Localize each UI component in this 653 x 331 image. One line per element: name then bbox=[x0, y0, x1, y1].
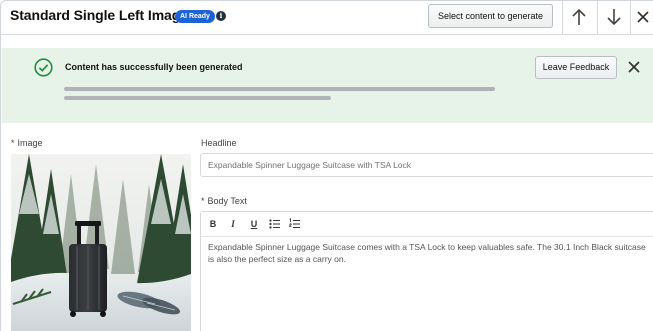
close-icon bbox=[637, 11, 649, 23]
success-message: Content has successfully been generated bbox=[65, 62, 243, 72]
select-content-button[interactable]: Select content to generate bbox=[428, 4, 553, 28]
bold-button[interactable]: B bbox=[206, 217, 220, 231]
close-icon[interactable] bbox=[626, 59, 642, 75]
info-icon[interactable]: i bbox=[216, 11, 226, 21]
check-circle-icon bbox=[34, 58, 53, 77]
placeholder-bar bbox=[64, 96, 331, 100]
header-divider bbox=[597, 1, 598, 35]
product-image[interactable] bbox=[11, 154, 191, 331]
remove-module-button[interactable] bbox=[632, 3, 653, 31]
body-text-label-text: Body Text bbox=[207, 196, 247, 206]
underline-button[interactable]: U bbox=[247, 217, 261, 231]
ai-ready-badge: AI Ready bbox=[175, 10, 215, 23]
module-header: Standard Single Left Image AI Ready i Se… bbox=[1, 1, 653, 35]
arrow-down-icon bbox=[607, 9, 621, 26]
body-text-label: * Body Text bbox=[201, 196, 247, 206]
image-label-text: Image bbox=[17, 138, 43, 148]
success-banner: Content has successfully been generated … bbox=[2, 48, 653, 123]
body-text-content: Expandable Spinner Luggage Suitcase come… bbox=[208, 242, 646, 264]
placeholder-bar bbox=[64, 87, 495, 91]
arrow-up-icon bbox=[572, 8, 586, 25]
required-mark: * bbox=[11, 138, 15, 148]
headline-label: Headline bbox=[201, 138, 237, 148]
body-text-editor[interactable]: B I U Expandable Spinner Luggage Suitcas… bbox=[200, 211, 653, 331]
header-divider bbox=[630, 1, 631, 35]
headline-input[interactable]: Expandable Spinner Luggage Suitcase with… bbox=[200, 153, 653, 177]
move-up-button[interactable] bbox=[564, 3, 594, 31]
module-title: Standard Single Left Image bbox=[10, 7, 188, 23]
leave-feedback-button[interactable]: Leave Feedback bbox=[535, 56, 617, 79]
bullet-list-icon[interactable] bbox=[268, 217, 282, 231]
header-divider bbox=[562, 1, 563, 35]
editor-toolbar: B I U bbox=[201, 212, 653, 237]
italic-button[interactable]: I bbox=[226, 217, 240, 231]
image-label: * Image bbox=[11, 138, 43, 148]
module-editor: Standard Single Left Image AI Ready i Se… bbox=[0, 0, 653, 331]
required-mark: * bbox=[201, 196, 205, 206]
luggage-image bbox=[11, 154, 191, 331]
numbered-list-icon[interactable] bbox=[288, 217, 302, 231]
move-down-button[interactable] bbox=[599, 3, 629, 31]
